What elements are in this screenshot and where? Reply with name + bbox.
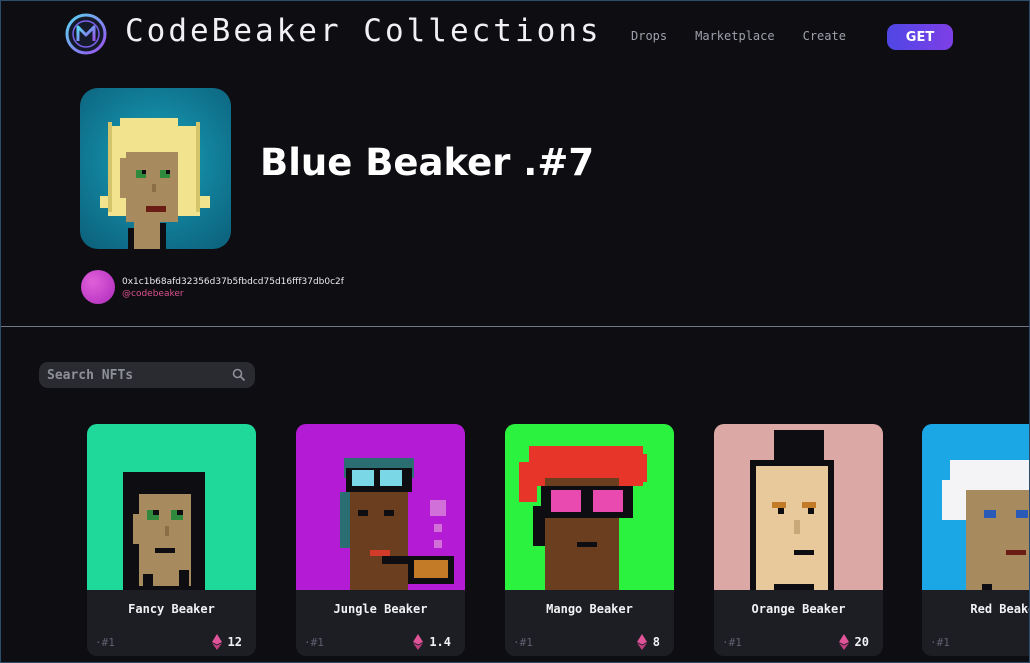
nft-card-price: 20 xyxy=(838,634,869,650)
nft-card-number: ·#1 xyxy=(513,636,533,649)
search-bar xyxy=(39,362,255,388)
main-nav: Drops Marketplace Create xyxy=(631,29,846,43)
nft-card-mango[interactable]: Mango Beaker ·#1 8 xyxy=(505,424,674,656)
nft-card-price-value: 1.4 xyxy=(429,635,451,649)
nft-card-name: Mango Beaker xyxy=(546,602,633,616)
eth-icon xyxy=(211,634,222,650)
nft-card-image xyxy=(87,424,256,590)
owner-handle-link[interactable]: @codebeaker xyxy=(122,289,184,299)
owner-address[interactable]: 0x1c1b68afd32356d37b5fbdcd75d16fff37db0c… xyxy=(122,277,344,287)
section-divider xyxy=(1,326,1029,327)
get-button[interactable]: GET xyxy=(887,24,953,50)
nav-link-marketplace[interactable]: Marketplace xyxy=(695,29,774,43)
nav-link-drops[interactable]: Drops xyxy=(631,29,667,43)
nft-card-orange[interactable]: Orange Beaker ·#1 20 xyxy=(714,424,883,656)
nft-card-number: ·#1 xyxy=(304,636,324,649)
nft-card-price-value: 8 xyxy=(652,635,660,649)
nft-card-name: Red Beaker xyxy=(970,602,1029,616)
nft-card-red[interactable]: Red Beaker ·#1 xyxy=(922,424,1029,656)
eth-icon xyxy=(413,634,424,650)
search-input[interactable] xyxy=(47,366,227,384)
hero-nft-image xyxy=(80,88,231,249)
nft-card-price-value: 12 xyxy=(227,635,242,649)
nft-card-price: 8 xyxy=(636,634,660,650)
nft-card-price: 1.4 xyxy=(413,634,451,650)
nft-card-number: ·#1 xyxy=(930,636,950,649)
eth-icon xyxy=(636,634,647,650)
page: CodeBeaker Collections Drops Marketplace… xyxy=(0,0,1030,663)
nft-card-number: ·#1 xyxy=(95,636,115,649)
nft-card-name: Orange Beaker xyxy=(751,602,846,616)
nft-card-image xyxy=(714,424,883,590)
nft-card-grid: Fancy Beaker ·#1 12 Jungle Beaker ·#1 1.… xyxy=(87,424,1029,662)
nft-card-image xyxy=(505,424,674,590)
owner-avatar[interactable] xyxy=(81,270,115,304)
codebeaker-logo-icon[interactable] xyxy=(65,13,107,55)
nft-card-name: Jungle Beaker xyxy=(333,602,428,616)
nft-card-image xyxy=(296,424,465,590)
eth-icon xyxy=(838,634,849,650)
nft-card-jungle[interactable]: Jungle Beaker ·#1 1.4 xyxy=(296,424,465,656)
nft-title: Blue Beaker .#7 xyxy=(260,141,595,184)
nft-card-image xyxy=(922,424,1029,590)
nav-link-create[interactable]: Create xyxy=(803,29,846,43)
nft-card-number: ·#1 xyxy=(722,636,742,649)
search-icon[interactable] xyxy=(232,368,246,382)
nft-card-price-value: 20 xyxy=(854,635,869,649)
nft-card-price: 12 xyxy=(211,634,242,650)
nft-card-name: Fancy Beaker xyxy=(128,602,215,616)
nft-card-fancy[interactable]: Fancy Beaker ·#1 12 xyxy=(87,424,256,656)
top-navbar: CodeBeaker Collections Drops Marketplace… xyxy=(1,1,1029,71)
brand-title[interactable]: CodeBeaker Collections xyxy=(125,13,602,49)
